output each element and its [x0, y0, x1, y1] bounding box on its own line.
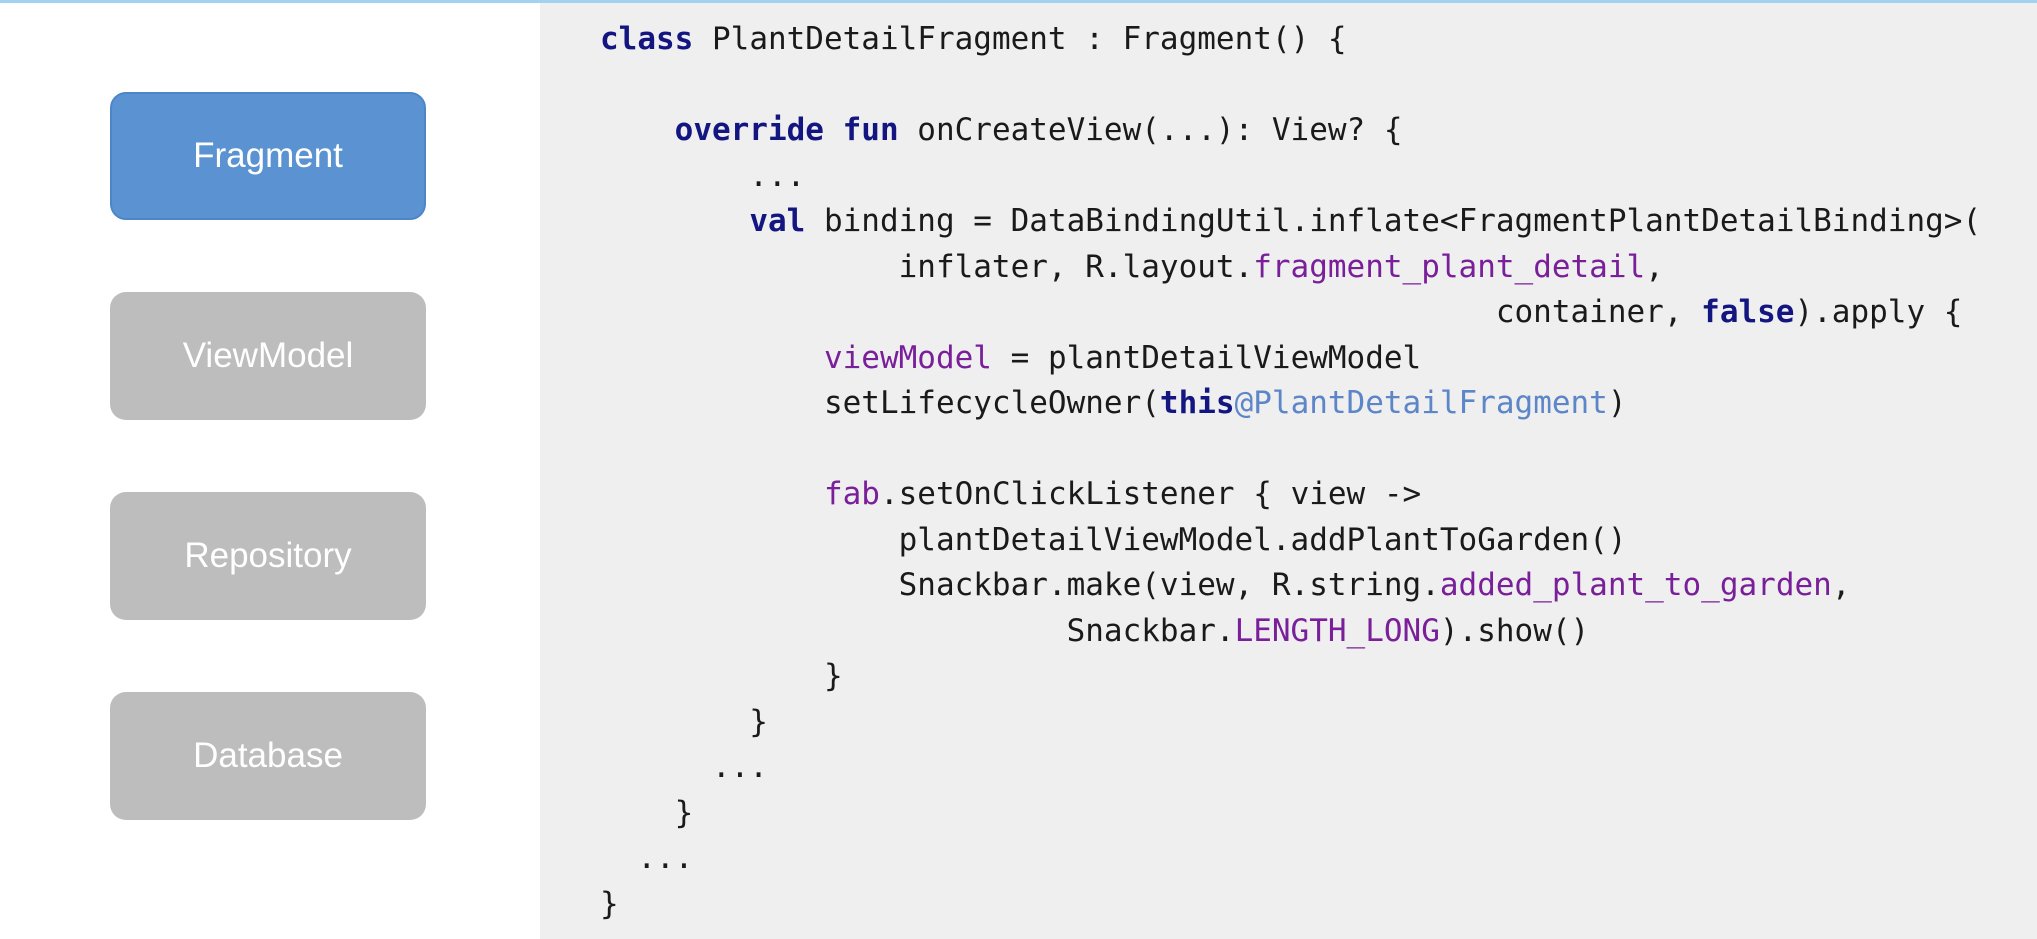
code-token: ).show()	[1439, 612, 1590, 649]
code-panel: class PlantDetailFragment : Fragment() {…	[540, 3, 2037, 939]
layer-viewmodel-label: ViewModel	[182, 336, 354, 375]
code-line: val binding = DataBindingUtil.inflate<Fr…	[600, 199, 1981, 245]
code-token: }	[600, 658, 843, 694]
code-token: val	[749, 203, 806, 239]
layer-fragment-box: Fragment	[110, 92, 426, 220]
code-token: setLifecycleOwner(	[600, 385, 1160, 421]
code-line: Snackbar.LENGTH_LONG).show()	[600, 609, 1981, 655]
code-line: class PlantDetailFragment : Fragment() {	[600, 17, 1981, 63]
code-token: inflater, R.layout.	[600, 248, 1254, 285]
code-token: = plantDetailViewModel	[991, 339, 1422, 376]
code-token: binding = DataBindingUtil.inflate<Fragme…	[805, 203, 1982, 239]
code-line: }	[600, 882, 1981, 928]
code-token: }	[600, 794, 694, 831]
code-line: ...	[600, 836, 1981, 882]
code-line: setLifecycleOwner(this@PlantDetailFragme…	[600, 381, 1981, 427]
code-token: @PlantDetailFragment	[1234, 385, 1608, 421]
layer-database-box: Database	[110, 692, 426, 820]
code-line: Snackbar.make(view, R.string.added_plant…	[600, 563, 1981, 609]
architecture-layers-sidebar: Fragment ViewModel Repository Database	[0, 3, 540, 939]
code-token: added_plant_to_garden	[1439, 567, 1832, 603]
layer-repository-box: Repository	[110, 492, 426, 620]
code-line: plantDetailViewModel.addPlantToGarden()	[600, 518, 1981, 564]
code-token: this	[1159, 385, 1235, 421]
code-line: }	[600, 700, 1981, 746]
code-line: ...	[600, 745, 1981, 791]
code-token: .setOnClickListener { view ->	[879, 476, 1422, 512]
code-token: Snackbar.	[600, 612, 1235, 649]
code-line: fab.setOnClickListener { view ->	[600, 472, 1981, 518]
code-line: }	[600, 654, 1981, 700]
code-token: PlantDetailFragment : Fragment() {	[693, 21, 1347, 57]
code-token: fab	[823, 476, 880, 512]
code-token: ...	[600, 840, 694, 876]
code-token: class	[600, 21, 694, 57]
code-token: LENGTH_LONG	[1234, 612, 1440, 649]
code-line: override fun onCreateView(...): View? {	[600, 108, 1981, 154]
code-token: fragment_plant_detail	[1253, 248, 1646, 285]
layer-repository-label: Repository	[184, 536, 352, 575]
layer-database-label: Database	[193, 736, 343, 775]
code-token: ...	[600, 157, 806, 194]
code-token: ,	[1831, 567, 1851, 603]
code-token: ,	[1645, 248, 1664, 285]
code-token: onCreateView(...): View? {	[898, 112, 1403, 148]
code-token: false	[1701, 294, 1795, 330]
code-line: inflater, R.layout.fragment_plant_detail…	[600, 245, 1981, 291]
code-token: }	[600, 885, 619, 922]
code-token: ).apply {	[1794, 294, 1963, 330]
code-line: container, false).apply {	[600, 290, 1981, 336]
layer-fragment-label: Fragment	[193, 136, 343, 175]
code-token: )	[1607, 385, 1627, 421]
code-token: }	[600, 703, 768, 740]
code-line: viewModel = plantDetailViewModel	[600, 336, 1981, 382]
code-token: override fun	[674, 112, 899, 148]
code-token: viewModel	[823, 339, 992, 376]
code-token: plantDetailViewModel.addPlantToGarden()	[600, 521, 1627, 558]
code-line: ...	[600, 154, 1981, 200]
code-token: ...	[600, 749, 768, 785]
layer-viewmodel-box: ViewModel	[110, 292, 426, 420]
code-block: class PlantDetailFragment : Fragment() {…	[600, 17, 1981, 927]
code-token: Snackbar.make(view, R.string.	[600, 567, 1440, 603]
code-token: container,	[600, 294, 1702, 330]
slide: Fragment ViewModel Repository Database c…	[0, 0, 2037, 939]
code-line: }	[600, 791, 1981, 837]
